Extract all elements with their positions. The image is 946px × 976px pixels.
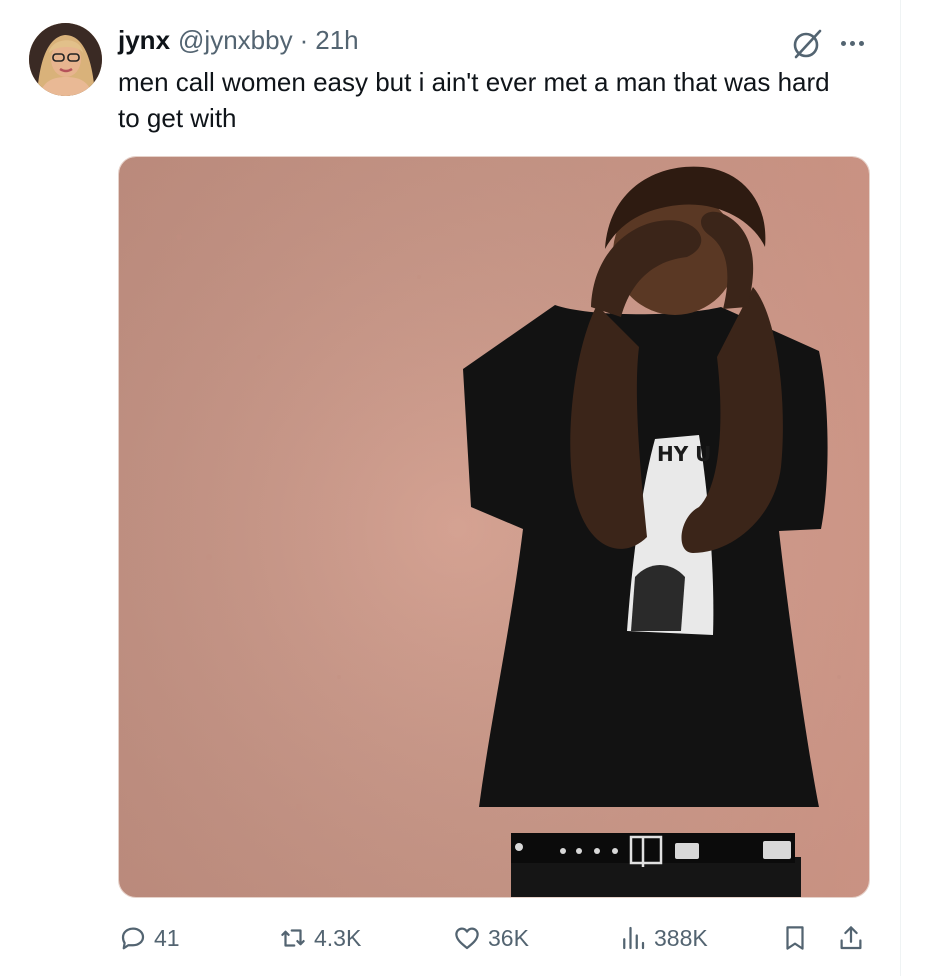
avatar-image <box>29 23 102 96</box>
views-icon <box>623 926 645 950</box>
user-handle[interactable]: @jynxbby <box>178 25 293 56</box>
heart-icon <box>455 927 479 950</box>
header-separator: · <box>299 25 309 55</box>
bookmark-button[interactable] <box>780 916 810 960</box>
avatar[interactable] <box>29 23 102 96</box>
repost-count: 4.3K <box>314 924 362 951</box>
grok-icon[interactable] <box>790 27 824 61</box>
tweet-text: men call women easy but i ain't ever met… <box>118 67 830 133</box>
shirt-print-text: HY U <box>657 442 711 466</box>
more-icon[interactable] <box>836 30 868 56</box>
reply-icon <box>121 927 145 950</box>
share-button[interactable] <box>836 916 866 960</box>
bookmark-icon <box>786 926 804 950</box>
like-button[interactable]: 36K <box>452 916 529 960</box>
action-bar: 41 4.3K 36K 388K <box>118 916 870 960</box>
repost-icon <box>281 929 305 947</box>
views-button[interactable]: 388K <box>618 916 708 960</box>
tweet-header: jynx @jynxbby · 21h <box>118 25 359 59</box>
like-count: 36K <box>488 924 529 951</box>
timeline-divider <box>900 0 901 976</box>
timestamp[interactable]: 21h <box>315 25 358 56</box>
share-icon <box>840 926 862 950</box>
reply-button[interactable]: 41 <box>118 916 180 960</box>
view-count: 388K <box>654 924 708 951</box>
repost-button[interactable]: 4.3K <box>278 916 361 960</box>
tweet-photo[interactable]: HY U <box>118 156 870 898</box>
reply-count: 41 <box>154 924 180 951</box>
display-name[interactable]: jynx <box>118 25 170 56</box>
